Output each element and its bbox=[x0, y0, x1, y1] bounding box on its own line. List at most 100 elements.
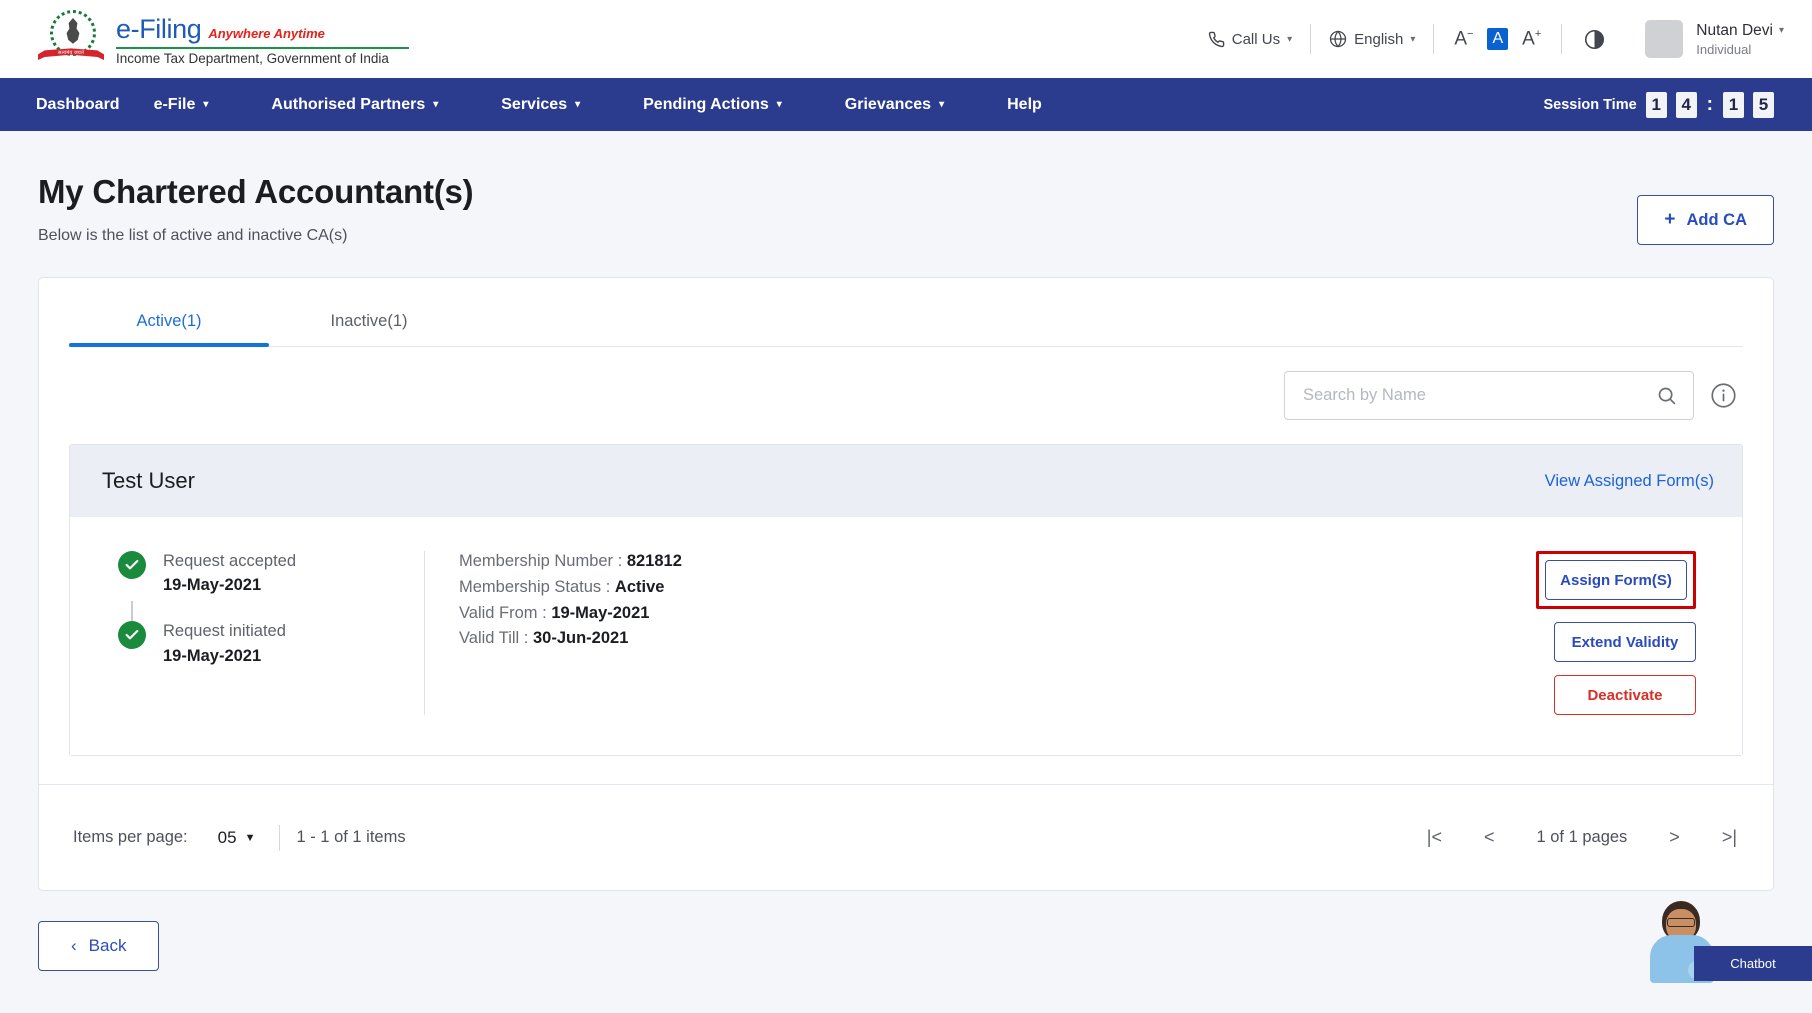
session-digit-1: 1 bbox=[1646, 92, 1667, 118]
timeline-label: Request accepted bbox=[163, 551, 296, 572]
ca-entry-body: Request accepted 19-May-2021 Request ini… bbox=[70, 517, 1742, 755]
brand-name: e-Filing bbox=[116, 14, 201, 45]
back-button[interactable]: ‹ Back bbox=[38, 921, 159, 971]
chevron-down-icon: ▾ bbox=[203, 99, 208, 110]
timeline-item: Request accepted 19-May-2021 bbox=[118, 551, 418, 595]
next-page-button[interactable]: > bbox=[1669, 827, 1680, 848]
last-page-button[interactable]: >| bbox=[1722, 827, 1737, 848]
divider bbox=[279, 825, 280, 851]
membership-details: Membership Number : 821812 Membership St… bbox=[425, 551, 1534, 715]
session-colon: : bbox=[1707, 94, 1713, 116]
add-ca-button[interactable]: + Add CA bbox=[1637, 195, 1774, 245]
ca-name: Test User bbox=[102, 468, 195, 494]
detail-label: Valid From : bbox=[459, 604, 547, 622]
page-indicator: 1 of 1 pages bbox=[1536, 828, 1627, 847]
session-timer: Session Time 1 4 : 1 5 bbox=[1543, 92, 1774, 118]
nav-item-services[interactable]: Services ▾ bbox=[501, 96, 611, 114]
emblem-ribbon-text: सत्यमेव जयते bbox=[46, 50, 96, 56]
back-label: Back bbox=[89, 936, 127, 956]
extend-validity-button[interactable]: Extend Validity bbox=[1554, 622, 1696, 662]
language-menu[interactable]: English ▾ bbox=[1311, 30, 1433, 48]
nav-label: Services bbox=[501, 96, 567, 114]
page-subtitle: Below is the list of active and inactive… bbox=[38, 227, 473, 245]
request-timeline: Request accepted 19-May-2021 Request ini… bbox=[98, 551, 418, 715]
font-increase-button[interactable]: A+ bbox=[1522, 29, 1541, 48]
phone-icon bbox=[1208, 31, 1225, 48]
nav-item-grievances[interactable]: Grievances ▾ bbox=[845, 96, 975, 114]
nav-item-dashboard[interactable]: Dashboard bbox=[36, 96, 120, 114]
high-contrast-toggle[interactable] bbox=[1562, 29, 1627, 50]
items-range-text: 1 - 1 of 1 items bbox=[296, 828, 405, 847]
detail-value: 30-Jun-2021 bbox=[533, 629, 628, 647]
assign-forms-highlight: Assign Form(S) bbox=[1536, 551, 1696, 609]
deactivate-button[interactable]: Deactivate bbox=[1554, 675, 1696, 715]
nav-label: Dashboard bbox=[36, 96, 120, 114]
call-us-menu[interactable]: Call Us ▾ bbox=[1190, 31, 1310, 48]
india-emblem-icon: सत्यमेव जयते bbox=[38, 10, 104, 68]
font-normal-button[interactable]: A bbox=[1487, 28, 1508, 50]
first-page-button[interactable]: |< bbox=[1427, 827, 1442, 848]
department-name: Income Tax Department, Government of Ind… bbox=[116, 51, 409, 66]
chevron-down-icon: ▾ bbox=[433, 99, 438, 110]
search-input[interactable] bbox=[1303, 386, 1656, 405]
chevron-down-icon: ▾ bbox=[1287, 34, 1292, 45]
detail-value: 821812 bbox=[627, 552, 682, 570]
session-digit-3: 1 bbox=[1723, 92, 1744, 118]
plus-icon: + bbox=[1664, 209, 1675, 231]
avatar bbox=[1645, 20, 1683, 58]
chevron-down-icon: ▾ bbox=[777, 99, 782, 110]
brand-divider bbox=[116, 47, 409, 49]
brand-tagline: Anywhere Anytime bbox=[208, 26, 325, 41]
nav-label: Pending Actions bbox=[643, 96, 769, 114]
session-digit-4: 5 bbox=[1753, 92, 1774, 118]
language-label: English bbox=[1354, 31, 1403, 48]
prev-page-button[interactable]: < bbox=[1484, 827, 1495, 848]
timeline-date: 19-May-2021 bbox=[163, 576, 296, 595]
globe-icon bbox=[1329, 30, 1347, 48]
tab-inactive[interactable]: Inactive(1) bbox=[269, 300, 469, 346]
view-assigned-forms-link[interactable]: View Assigned Form(s) bbox=[1545, 472, 1714, 491]
call-us-label: Call Us bbox=[1232, 31, 1280, 48]
items-per-page-select[interactable]: 05 ▼ bbox=[218, 828, 256, 848]
timeline-date: 19-May-2021 bbox=[163, 647, 286, 666]
nav-item-authorised-partners[interactable]: Authorised Partners ▾ bbox=[271, 96, 469, 114]
detail-value: Active bbox=[615, 578, 665, 596]
user-name: Nutan Devi bbox=[1696, 22, 1773, 40]
search-box[interactable] bbox=[1284, 371, 1694, 420]
chevron-down-icon: ▾ bbox=[1410, 34, 1415, 45]
timeline-label: Request initiated bbox=[163, 621, 286, 642]
session-timer-label: Session Time bbox=[1543, 97, 1636, 113]
ca-entry-panel: Test User View Assigned Form(s) Request … bbox=[69, 444, 1743, 756]
font-decrease-button[interactable]: A− bbox=[1454, 29, 1473, 48]
page-content: My Chartered Accountant(s) Below is the … bbox=[0, 131, 1812, 1013]
detail-label: Valid Till : bbox=[459, 629, 528, 647]
detail-label: Membership Status : bbox=[459, 578, 610, 596]
pagination-bar: Items per page: 05 ▼ 1 - 1 of 1 items |<… bbox=[39, 784, 1773, 890]
detail-row: Valid Till : 30-Jun-2021 bbox=[459, 628, 1534, 650]
nav-item-pending-actions[interactable]: Pending Actions ▾ bbox=[643, 96, 813, 114]
chevron-down-icon: ▾ bbox=[1779, 25, 1784, 36]
user-role: Individual bbox=[1696, 42, 1784, 57]
ca-entry-header: Test User View Assigned Form(s) bbox=[70, 445, 1742, 517]
site-logo[interactable]: सत्यमेव जयते e-Filing Anywhere Anytime I… bbox=[38, 10, 409, 68]
assign-forms-button[interactable]: Assign Form(S) bbox=[1545, 560, 1687, 600]
search-icon[interactable] bbox=[1656, 385, 1677, 406]
items-per-page-label: Items per page: bbox=[73, 828, 188, 847]
chevron-left-icon: ‹ bbox=[71, 936, 77, 956]
font-size-controls: A− A A+ bbox=[1434, 28, 1561, 50]
user-profile-menu[interactable]: Nutan Devi ▾ Individual bbox=[1627, 20, 1784, 58]
info-icon[interactable] bbox=[1710, 382, 1737, 409]
ca-action-buttons: Assign Form(S) Extend Validity Deactivat… bbox=[1534, 551, 1714, 715]
nav-item-help[interactable]: Help bbox=[1007, 96, 1042, 114]
nav-label: Grievances bbox=[845, 96, 931, 114]
ca-list-card: Active(1) Inactive(1) Test User View Ass… bbox=[38, 277, 1774, 891]
chatbot-widget[interactable]: Chatbot bbox=[1630, 889, 1812, 999]
timeline-item: Request initiated 19-May-2021 bbox=[118, 621, 418, 665]
tab-bar: Active(1) Inactive(1) bbox=[69, 278, 1743, 347]
chatbot-label[interactable]: Chatbot bbox=[1694, 946, 1812, 981]
session-digit-2: 4 bbox=[1676, 92, 1697, 118]
nav-label: e-File bbox=[154, 96, 196, 114]
detail-row: Membership Status : Active bbox=[459, 577, 1534, 599]
tab-active[interactable]: Active(1) bbox=[69, 300, 269, 346]
nav-item-efile[interactable]: e-File ▾ bbox=[154, 96, 240, 114]
